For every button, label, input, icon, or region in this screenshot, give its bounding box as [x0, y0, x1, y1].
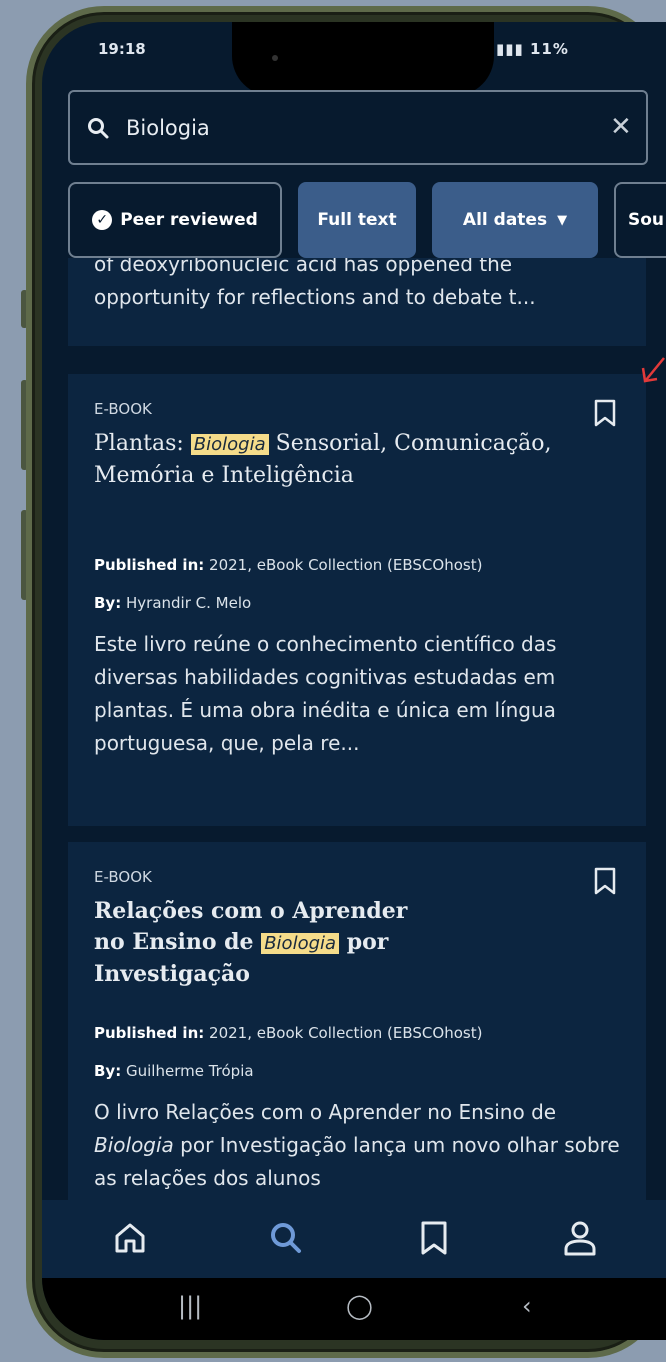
check-circle-icon: ✓ — [92, 210, 113, 230]
filter-label: All dates — [462, 210, 548, 230]
result-author: By: Guilherme Trópia — [94, 1062, 254, 1080]
result-description: Este livro reúne o conhecimento científi… — [94, 632, 557, 755]
result-description: of deoxyribonucleic acid has oppened the… — [94, 258, 536, 309]
status-icons: ▮▮▮ 11% — [496, 40, 569, 58]
result-author: By: Hyrandir C. Melo — [94, 594, 251, 612]
filter-full-text[interactable]: Full text — [298, 182, 416, 258]
meta-value: Hyrandir C. Melo — [126, 594, 252, 612]
filter-peer-reviewed[interactable]: ✓ Peer reviewed — [68, 182, 282, 258]
result-published: Published in: 2021, eBook Collection (EB… — [94, 1024, 482, 1042]
filter-label: Peer reviewed — [120, 210, 258, 230]
profile-icon[interactable] — [562, 1220, 598, 1258]
meta-value: Guilherme Trópia — [126, 1062, 254, 1080]
battery-level: 11% — [530, 40, 569, 58]
recent-apps-icon[interactable]: ||| — [178, 1292, 202, 1320]
results-list: of deoxyribonucleic acid has oppened the… — [68, 258, 666, 1261]
title-text: Plantas: — [94, 431, 191, 456]
meta-label: By: — [94, 594, 122, 612]
meta-label: Published in: — [94, 556, 205, 574]
meta-label: By: — [94, 1062, 122, 1080]
desc-italic: Biologia — [94, 1133, 174, 1157]
search-input[interactable]: Biologia — [126, 116, 210, 140]
back-icon[interactable]: ‹ — [522, 1292, 532, 1320]
filter-source[interactable]: Sou — [614, 182, 666, 258]
result-card[interactable]: of deoxyribonucleic acid has oppened the… — [68, 258, 646, 346]
bookmark-icon[interactable] — [418, 1220, 450, 1256]
bookmark-icon[interactable] — [592, 398, 618, 428]
annotation-arrow-icon — [641, 357, 665, 383]
meta-label: Published in: — [94, 1024, 205, 1042]
desc-text: por Investigação lança um novo olhar sob… — [94, 1133, 620, 1190]
result-published: Published in: 2021, eBook Collection (EB… — [94, 556, 482, 574]
camera-icon — [272, 55, 278, 61]
status-time: 19:18 — [98, 40, 146, 58]
result-card[interactable]: E-BOOK Plantas: Biologia Sensorial, Comu… — [68, 374, 646, 826]
bottom-nav — [42, 1200, 666, 1278]
bookmark-icon[interactable] — [592, 866, 618, 896]
filter-label: Full text — [317, 210, 397, 230]
search-bar[interactable]: Biologia ✕ — [68, 90, 648, 165]
home-icon[interactable] — [112, 1220, 148, 1256]
home-button-icon[interactable]: ◯ — [346, 1292, 373, 1320]
title-highlight: Biologia — [190, 434, 269, 455]
system-nav-bar: ||| ◯ ‹ — [42, 1278, 666, 1340]
result-card[interactable]: E-BOOK Relações com o Aprender no Ensino… — [68, 842, 646, 1261]
title-highlight: Biologia — [261, 933, 340, 954]
filter-label: Sou — [628, 210, 665, 230]
search-icon[interactable] — [268, 1220, 304, 1256]
result-title[interactable]: Plantas: Biologia Sensorial, Comunicação… — [94, 428, 554, 491]
signal-icon: ▮▮▮ — [496, 40, 524, 58]
close-icon[interactable]: ✕ — [610, 112, 632, 142]
meta-value: 2021, eBook Collection (EBSCOhost) — [209, 556, 483, 574]
filter-all-dates[interactable]: All dates ▼ — [432, 182, 598, 258]
screen: 19:18 ▮▮▮ 11% Biologia ✕ ✓ Peer reviewed… — [42, 22, 666, 1340]
result-title[interactable]: Relações com o Aprender no Ensino de Bio… — [94, 896, 434, 990]
filter-chips: ✓ Peer reviewed Full text All dates ▼ So… — [68, 182, 666, 258]
search-icon — [88, 118, 109, 139]
result-description: O livro Relações com o Aprender no Ensin… — [94, 1096, 634, 1195]
meta-value: 2021, eBook Collection (EBSCOhost) — [209, 1024, 483, 1042]
result-type: E-BOOK — [94, 400, 152, 418]
result-type: E-BOOK — [94, 868, 152, 886]
chevron-down-icon: ▼ — [557, 212, 568, 228]
camera-notch — [232, 22, 494, 96]
desc-text: O livro Relações com o Aprender no Ensin… — [94, 1100, 557, 1124]
